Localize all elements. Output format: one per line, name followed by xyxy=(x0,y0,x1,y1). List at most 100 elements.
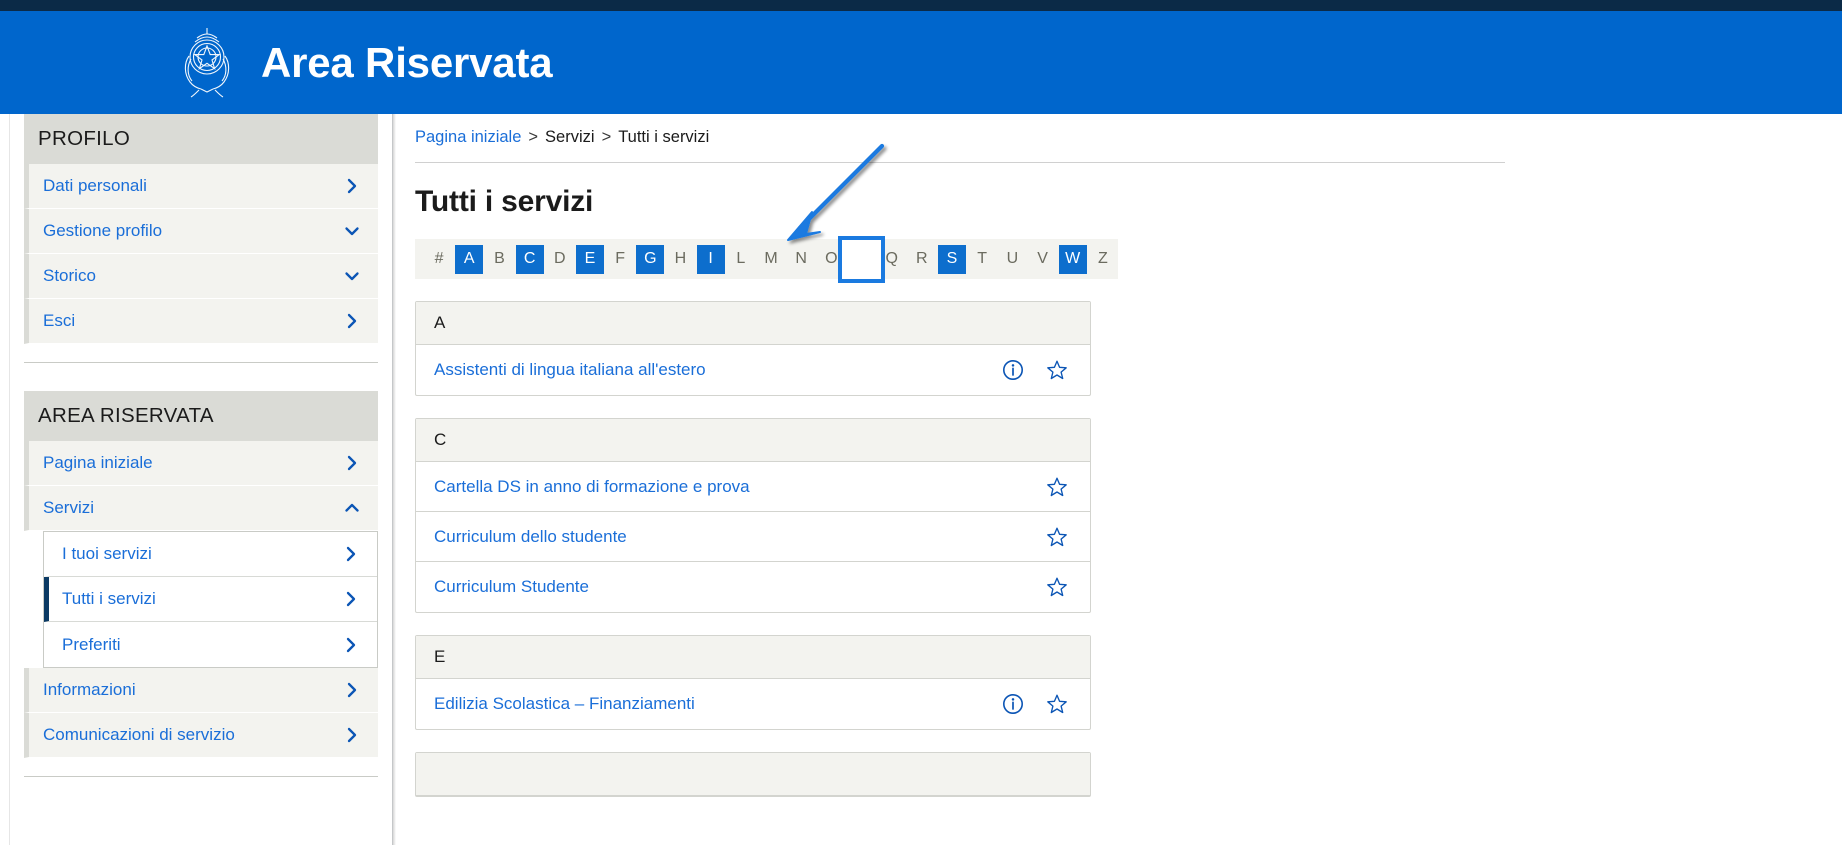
sidebar-subitem-label: Preferiti xyxy=(62,634,121,654)
sidebar-item-dati-personali[interactable]: Dati personali xyxy=(24,164,378,209)
sidebar-item-label: Informazioni xyxy=(43,680,136,699)
breadcrumb-current: Tutti i servizi xyxy=(618,128,710,146)
app-window: Area Riservata PROFILO Dati personali Ge… xyxy=(0,0,1842,845)
sidebar-section-title-profilo: PROFILO xyxy=(24,114,378,164)
sidebar-item-storico[interactable]: Storico xyxy=(24,254,378,299)
chevron-right-icon xyxy=(343,637,359,653)
alpha-filter-i[interactable]: I xyxy=(696,244,725,274)
alpha-filter-t[interactable]: T xyxy=(968,245,996,274)
sidebar-subitem-label: I tuoi servizi xyxy=(62,544,152,563)
star-outline-icon[interactable] xyxy=(1046,476,1068,498)
alpha-filter-v[interactable]: V xyxy=(1028,245,1056,274)
alpha-filter-r[interactable]: R xyxy=(908,245,936,274)
sidebar-section-profilo: PROFILO Dati personali Gestione profilo … xyxy=(10,114,392,344)
service-group-c: C Cartella DS in anno di formazione e pr… xyxy=(415,418,1091,613)
alpha-filter-hash[interactable]: # xyxy=(425,245,453,274)
service-link[interactable]: Cartella DS in anno di formazione e prov… xyxy=(434,477,750,497)
alpha-filter-p[interactable]: P xyxy=(838,235,886,283)
site-header: Area Riservata xyxy=(0,11,1842,114)
sidebar-item-label: Storico xyxy=(43,266,96,285)
service-link[interactable]: Curriculum dello studente xyxy=(434,527,627,547)
sidebar-item-i-tuoi-servizi[interactable]: I tuoi servizi xyxy=(44,532,377,577)
sidebar-item-label: Comunicazioni di servizio xyxy=(43,725,235,744)
alpha-filter-w[interactable]: W xyxy=(1058,244,1087,274)
row-actions xyxy=(1046,476,1068,498)
alpha-filter-e[interactable]: E xyxy=(575,244,605,274)
table-row: Cartella DS in anno di formazione e prov… xyxy=(416,462,1090,512)
alpha-filter-u[interactable]: U xyxy=(998,245,1026,274)
sidebar-divider-bottom xyxy=(24,776,378,777)
alpha-filter-a[interactable]: A xyxy=(455,244,484,274)
alpha-filter-g[interactable]: G xyxy=(636,244,665,274)
row-actions xyxy=(1046,526,1068,548)
sidebar-subitem-label: Tutti i servizi xyxy=(62,589,156,608)
service-group-letter: C xyxy=(416,419,1090,462)
star-outline-icon[interactable] xyxy=(1046,526,1068,548)
sidebar-item-preferiti[interactable]: Preferiti xyxy=(44,622,377,667)
sidebar-item-esci[interactable]: Esci xyxy=(24,299,378,344)
chevron-right-icon xyxy=(343,546,359,562)
breadcrumb-link-pagina-iniziale[interactable]: Pagina iniziale xyxy=(415,128,521,147)
alpha-filter-f[interactable]: F xyxy=(606,245,634,274)
sidebar-item-pagina-iniziale[interactable]: Pagina iniziale xyxy=(24,441,378,486)
info-circle-icon[interactable] xyxy=(1002,693,1024,715)
service-link[interactable]: Assistenti di lingua italiana all'estero xyxy=(434,360,706,380)
chevron-right-icon xyxy=(344,313,360,329)
alpha-filter-c[interactable]: C xyxy=(515,244,544,274)
service-group-a: A Assistenti di lingua italiana all'este… xyxy=(415,301,1091,396)
service-group-next-partial xyxy=(415,752,1091,797)
sidebar-item-label: Pagina iniziale xyxy=(43,453,153,472)
breadcrumb: Pagina iniziale > Servizi > Tutti i serv… xyxy=(415,128,1842,147)
alpha-filter-z[interactable]: Z xyxy=(1089,245,1117,274)
alpha-filter-b[interactable]: B xyxy=(485,245,513,274)
chevron-right-icon xyxy=(344,178,360,194)
service-link[interactable]: Edilizia Scolastica – Finanziamenti xyxy=(434,694,695,714)
sidebar-submenu-servizi: I tuoi servizi Tutti i servizi Preferiti xyxy=(43,531,378,668)
alphabet-filter-bar: # A B C D E F G H I L M N O P Q R S T U xyxy=(415,235,1118,283)
alpha-filter-p-label: P xyxy=(856,249,867,269)
sidebar-item-comunicazioni-di-servizio[interactable]: Comunicazioni di servizio xyxy=(24,713,378,758)
service-group-letter-partial xyxy=(416,753,1090,796)
sidebar-item-servizi[interactable]: Servizi xyxy=(24,486,378,531)
chevron-right-icon xyxy=(344,682,360,698)
row-actions xyxy=(1046,576,1068,598)
breadcrumb-rule xyxy=(415,162,1505,163)
service-group-letter: E xyxy=(416,636,1090,679)
chevron-right-icon xyxy=(344,455,360,471)
star-outline-icon[interactable] xyxy=(1046,359,1068,381)
table-row: Edilizia Scolastica – Finanziamenti xyxy=(416,679,1090,729)
sidebar-item-label: Servizi xyxy=(43,498,95,517)
alpha-filter-s[interactable]: S xyxy=(937,244,967,274)
service-link[interactable]: Curriculum Studente xyxy=(434,577,589,597)
alpha-filter-l[interactable]: L xyxy=(727,245,755,274)
chevron-up-icon xyxy=(344,500,360,516)
page-body: PROFILO Dati personali Gestione profilo … xyxy=(0,114,1842,845)
sidebar: PROFILO Dati personali Gestione profilo … xyxy=(9,114,393,845)
sidebar-item-label: Dati personali xyxy=(43,176,147,195)
main-content: Pagina iniziale > Servizi > Tutti i serv… xyxy=(396,114,1842,845)
sidebar-item-gestione-profilo[interactable]: Gestione profilo xyxy=(24,209,378,254)
alpha-filter-n[interactable]: N xyxy=(787,245,815,274)
sidebar-item-informazioni[interactable]: Informazioni xyxy=(24,668,378,713)
star-outline-icon[interactable] xyxy=(1046,576,1068,598)
sidebar-item-tutti-i-servizi[interactable]: Tutti i servizi xyxy=(44,577,377,622)
service-group-e: E Edilizia Scolastica – Finanziamenti xyxy=(415,635,1091,730)
row-actions xyxy=(1002,693,1068,715)
sidebar-item-label: Esci xyxy=(43,311,76,330)
star-outline-icon[interactable] xyxy=(1046,693,1068,715)
breadcrumb-separator: > xyxy=(601,128,612,146)
alpha-filter-h[interactable]: H xyxy=(666,245,694,274)
chevron-right-icon xyxy=(344,727,360,743)
sidebar-item-label: Gestione profilo xyxy=(43,221,163,240)
italian-republic-emblem-icon xyxy=(175,26,239,100)
chevron-down-icon xyxy=(344,223,360,239)
table-row: Curriculum Studente xyxy=(416,562,1090,612)
breadcrumb-link-servizi[interactable]: Servizi xyxy=(545,128,595,147)
alpha-filter-m[interactable]: M xyxy=(757,245,785,274)
alpha-filter-d[interactable]: D xyxy=(546,245,574,274)
sidebar-section-area-riservata: AREA RISERVATA Pagina iniziale Servizi I… xyxy=(10,391,392,758)
breadcrumb-separator: > xyxy=(528,128,539,146)
info-circle-icon[interactable] xyxy=(1002,359,1024,381)
header-brand: Area Riservata xyxy=(175,26,553,100)
